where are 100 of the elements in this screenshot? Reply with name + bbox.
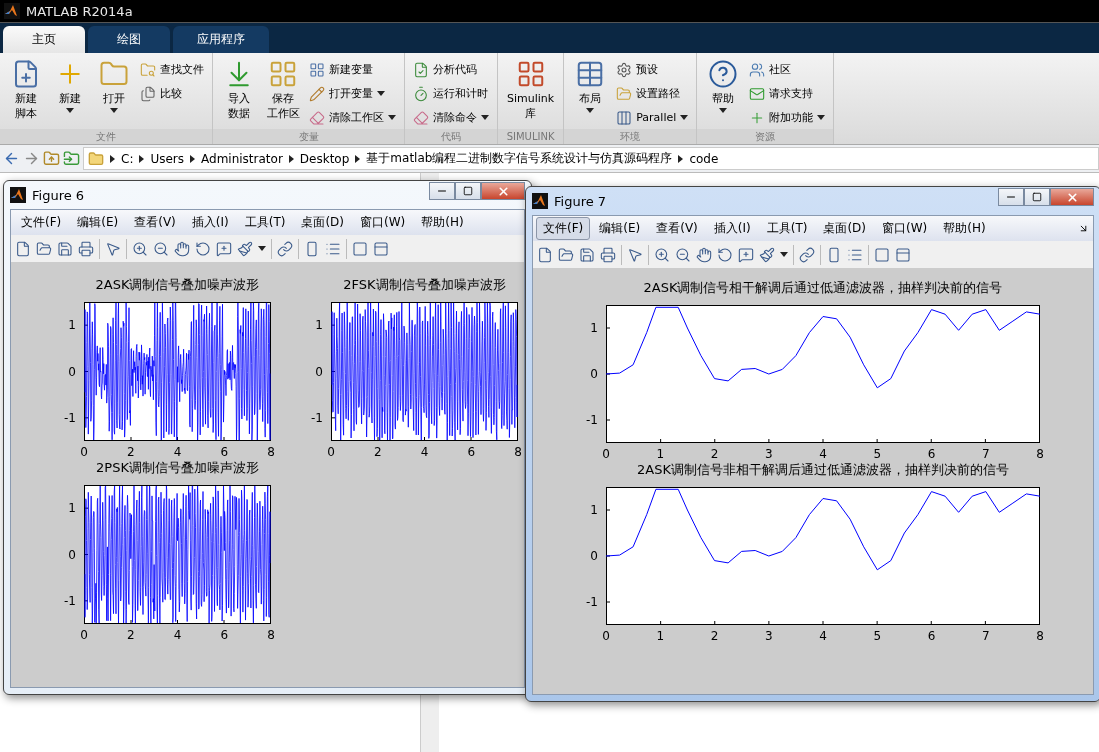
brush-button[interactable] (237, 240, 253, 257)
path-segment[interactable]: Administrator (201, 151, 283, 166)
ribbon-tab[interactable]: 主页 (3, 26, 85, 53)
toolstrip-button[interactable]: 新建 脚本 (6, 57, 46, 123)
toolstrip-button[interactable]: 分析代码 (411, 59, 491, 80)
folder-button[interactable] (36, 240, 52, 257)
menu-item[interactable]: 文件(F) (536, 217, 591, 240)
caret-icon (258, 246, 266, 251)
menu-item[interactable]: 桌面(D) (294, 211, 351, 234)
toolstrip-button[interactable]: 预设 (614, 59, 691, 80)
data-tip-button[interactable] (216, 240, 232, 257)
toolstrip-button[interactable]: 清除命令 (411, 107, 491, 128)
toolstrip-button[interactable]: 保存 工作区 (263, 57, 303, 123)
path-segment[interactable]: C: (121, 151, 134, 166)
hand-button[interactable] (174, 240, 190, 257)
plot-title: 2PSK调制信号叠加噪声波形 (96, 459, 259, 477)
toolstrip-button[interactable]: 设置路径 (614, 83, 691, 104)
toolstrip-button[interactable]: Parallel (614, 107, 691, 128)
path-segment[interactable]: Desktop (299, 151, 350, 166)
path-segment[interactable]: code (689, 151, 719, 166)
toolstrip-button[interactable]: 打开 (94, 57, 134, 115)
panel-button[interactable] (895, 246, 911, 263)
tick-label: 8 (267, 445, 275, 459)
pointer-button[interactable] (627, 246, 643, 263)
hand-button[interactable] (696, 246, 712, 263)
toolstrip-button[interactable]: 附加功能 (747, 107, 828, 128)
tick-label: 4 (173, 628, 182, 642)
link-button[interactable] (799, 246, 815, 263)
zoom-out-button[interactable] (153, 240, 169, 257)
save-button[interactable] (579, 246, 595, 263)
menu-item[interactable]: 插入(I) (706, 217, 758, 240)
dock-arrow-icon[interactable] (1078, 223, 1089, 234)
maximize-icon (1032, 192, 1042, 202)
menu-item[interactable]: 编辑(E) (70, 211, 126, 234)
menu-item[interactable]: 插入(I) (184, 211, 236, 234)
menu-item[interactable]: 帮助(H) (414, 211, 471, 234)
close-button[interactable] (1050, 188, 1094, 206)
toolstrip-button[interactable]: 比较 (138, 83, 206, 104)
print-button[interactable] (78, 240, 94, 257)
forward-button[interactable] (23, 150, 40, 167)
menu-item[interactable]: 窗口(W) (353, 211, 413, 234)
menu-item[interactable]: 工具(T) (759, 217, 815, 240)
toolstrip-button[interactable]: 查找文件 (138, 59, 206, 80)
save-button[interactable] (57, 240, 73, 257)
toolstrip-button[interactable]: 运行和计时 (411, 83, 491, 104)
toolstrip-button[interactable]: 帮助 (703, 57, 744, 115)
colorbar-button[interactable] (826, 246, 842, 263)
zoom-out-button[interactable] (675, 246, 691, 263)
menu-item[interactable]: 工具(T) (237, 211, 293, 234)
rotate-button[interactable] (717, 246, 733, 263)
toolstrip-button[interactable]: 请求支持 (747, 83, 828, 104)
zoom-in-button[interactable] (132, 240, 148, 257)
new-file-button[interactable] (537, 246, 553, 263)
back-button[interactable] (3, 150, 20, 167)
maximize-button[interactable] (1024, 188, 1050, 206)
maximize-button[interactable] (455, 182, 481, 200)
minimize-button[interactable] (429, 182, 455, 200)
path-arrow-icon (190, 154, 196, 163)
menu-item[interactable]: 帮助(H) (936, 217, 993, 240)
link-button[interactable] (277, 240, 293, 257)
colorbar-button[interactable] (304, 240, 320, 257)
toolstrip-button[interactable]: 打开变量 (307, 83, 398, 104)
ribbon-tab[interactable]: 应用程序 (173, 26, 269, 53)
tick-label: 0 (68, 547, 76, 562)
address-field[interactable]: C: Users Administrator Desktop 基于matlab编程二进制数字信号系统设计与仿真源码程序 code (83, 147, 1099, 170)
path-segment[interactable]: Users (150, 151, 185, 166)
menu-item[interactable]: 查看(V) (649, 217, 705, 240)
close-button[interactable] (481, 182, 525, 200)
tick-label: 1 (315, 318, 323, 333)
toolstrip-button[interactable]: Simulink 库 (504, 57, 558, 123)
toolstrip-button[interactable]: 清除工作区 (307, 107, 398, 128)
menu-item[interactable]: 编辑(E) (592, 217, 648, 240)
toolstrip-button[interactable]: 社区 (747, 59, 828, 80)
rotate-button[interactable] (195, 240, 211, 257)
print-button[interactable] (600, 246, 616, 263)
menu-item[interactable]: 窗口(W) (875, 217, 935, 240)
toolstrip-button[interactable]: 新建变量 (307, 59, 398, 80)
menu-item[interactable]: 文件(F) (14, 211, 69, 234)
toolstrip-button[interactable]: 导入 数据 (219, 57, 259, 123)
close-icon (496, 184, 510, 198)
tick-label: 1 (590, 321, 598, 335)
path-segment[interactable]: 基于matlab编程二进制数字信号系统设计与仿真源码程序 (366, 150, 673, 167)
settings-icon (616, 61, 633, 78)
minimize-button[interactable] (998, 188, 1024, 206)
brush-button[interactable] (759, 246, 775, 263)
zoom-in-button[interactable] (654, 246, 670, 263)
toolstrip-button[interactable]: 新建 (50, 57, 90, 115)
panel-button[interactable] (373, 240, 389, 257)
ribbon-tab[interactable]: 绘图 (88, 26, 170, 53)
menu-item[interactable]: 桌面(D) (816, 217, 873, 240)
pointer-button[interactable] (105, 240, 121, 257)
tick-label: 0 (68, 364, 76, 379)
folder-button[interactable] (558, 246, 574, 263)
menu-item[interactable]: 查看(V) (127, 211, 183, 234)
toolstrip-button[interactable]: 布局 (570, 57, 611, 115)
new-file-button[interactable] (15, 240, 31, 257)
up-folder-button[interactable] (43, 150, 60, 167)
tick-label: 6 (467, 445, 476, 459)
data-tip-button[interactable] (738, 246, 754, 263)
browse-folder-button[interactable] (63, 150, 80, 167)
